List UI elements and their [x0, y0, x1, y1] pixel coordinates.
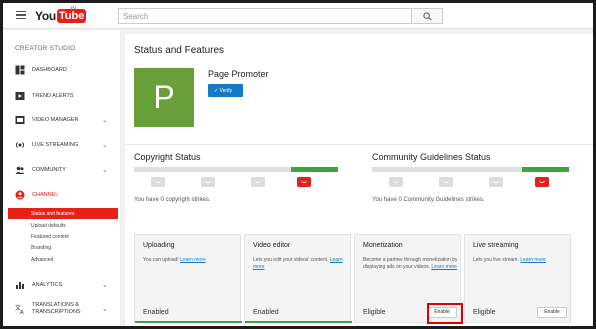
translations-line-2: TRANSCRIPTIONS — [32, 308, 81, 315]
enable-live-streaming-button[interactable]: Enable — [537, 307, 567, 318]
chevron-down-icon: ⌄ — [102, 167, 108, 174]
strike-icon — [389, 177, 403, 187]
card-title: Video editor — [253, 242, 291, 249]
community-status-text: You have 0 Community Guidelines strikes. — [372, 197, 485, 203]
card-description: Lets you edit your videos' content. Lear… — [253, 257, 348, 271]
live-icon — [15, 142, 25, 148]
sidebar-subitem-status-features[interactable]: Status and features — [8, 208, 118, 219]
search-input[interactable]: Search — [118, 8, 412, 24]
sidebar-item-label: TRANSLATIONS & TRANSCRIPTIONS — [32, 302, 81, 315]
sidebar-subitem-upload-defaults[interactable]: Upload defaults — [8, 220, 118, 231]
chevron-down-icon: ⌄ — [102, 282, 108, 289]
strike-icon — [151, 177, 165, 187]
learn-more-link[interactable]: Learn more — [431, 264, 457, 270]
sidebar-subitem-featured-content[interactable]: Featured content — [8, 231, 118, 242]
strike-icon — [439, 177, 453, 187]
card-desc-text: Lets you edit your videos' content. — [253, 257, 329, 263]
chevron-down-icon: ⌄ — [102, 117, 108, 124]
card-title: Monetization — [363, 242, 403, 249]
card-status: Eligible — [473, 309, 496, 316]
sidebar-subitem-branding[interactable]: Branding — [8, 242, 118, 253]
card-title: Uploading — [143, 242, 175, 249]
analytics-icon — [16, 282, 24, 289]
strike-icon — [489, 177, 503, 187]
sidebar-item-dashboard[interactable]: DASHBOARD — [3, 63, 120, 77]
status-bar — [135, 321, 242, 323]
community-strike-track — [372, 167, 569, 172]
search-button[interactable] — [411, 8, 443, 24]
logo-you-text: You — [35, 9, 56, 23]
card-description: Lets you live stream. Learn more — [473, 257, 568, 264]
channel-icon — [15, 190, 25, 200]
card-title: Live streaming — [473, 242, 519, 249]
strike-icon — [251, 177, 265, 187]
logo-region-label: IN — [71, 6, 76, 12]
learn-more-link[interactable]: Learn more — [520, 257, 546, 263]
status-bar — [245, 321, 352, 323]
main-content: Status and Features P Page Promoter ✓ Ve… — [125, 34, 593, 326]
page-title: Status and Features — [134, 45, 225, 56]
card-status: Enabled — [143, 309, 169, 316]
copyright-strike-indicator — [291, 167, 338, 172]
sidebar-item-video-manager[interactable]: VIDEO MANAGER ⌄ — [3, 113, 120, 127]
sidebar-item-label: VIDEO MANAGER — [32, 117, 79, 123]
strike-icon-current — [535, 177, 549, 187]
creator-studio-title: CREATOR STUDIO — [15, 45, 76, 52]
sidebar-item-label: TREND ALERTS — [32, 93, 74, 99]
card-desc-text: You can upload! — [143, 257, 179, 263]
sidebar-subitem-advanced[interactable]: Advanced — [8, 254, 118, 265]
card-status: Eligible — [363, 309, 386, 316]
copyright-status-title: Copyright Status — [134, 152, 201, 162]
channel-name: Page Promoter — [208, 69, 269, 79]
sidebar: CREATOR STUDIO DASHBOARD TREND ALERTS VI… — [3, 30, 120, 326]
feature-card-video-editor: Video editor Lets you edit your videos' … — [244, 234, 352, 323]
sidebar-item-channel[interactable]: CHANNEL — [3, 188, 120, 202]
divider — [125, 144, 593, 145]
sidebar-item-label: CHANNEL — [32, 192, 59, 198]
svg-text:A: A — [20, 310, 24, 314]
youtube-logo[interactable]: You Tube — [35, 8, 87, 24]
hamburger-menu-icon[interactable] — [16, 11, 26, 19]
translate-icon: 文 A — [15, 304, 24, 314]
verify-button[interactable]: ✓ Verify — [208, 84, 243, 97]
card-description: Become a partner through monetization by… — [363, 257, 458, 271]
sidebar-item-analytics[interactable]: ANALYTICS ⌄ — [3, 278, 120, 292]
learn-more-link[interactable]: Learn more — [180, 257, 206, 263]
sidebar-item-live-streaming[interactable]: LIVE STREAMING ⌄ — [3, 138, 120, 152]
chevron-down-icon: ⌄ — [102, 306, 108, 313]
copyright-status-text: You have 0 copyright strikes. — [134, 197, 211, 203]
feature-card-uploading: Uploading You can upload! Learn more Ena… — [134, 234, 242, 323]
sidebar-item-trend-alerts[interactable]: TREND ALERTS — [3, 89, 120, 103]
trend-icon — [15, 92, 25, 100]
sidebar-item-label: ANALYTICS — [32, 282, 63, 288]
sidebar-item-community[interactable]: COMMUNITY ⌄ — [3, 163, 120, 177]
screenshot-frame: You Tube IN Search CREATOR STUDIO DASHBO… — [0, 0, 596, 329]
community-icon — [15, 166, 25, 174]
feature-card-live-streaming: Live streaming Lets you live stream. Lea… — [464, 234, 571, 323]
video-manager-icon — [15, 116, 25, 124]
feature-card-monetization: Monetization Become a partner through mo… — [354, 234, 461, 323]
dashboard-icon — [15, 65, 25, 75]
chevron-down-icon: ⌄ — [102, 142, 108, 149]
enable-monetization-button[interactable]: Enable — [427, 307, 457, 318]
sidebar-item-translations[interactable]: 文 A TRANSLATIONS & TRANSCRIPTIONS ⌄ — [3, 302, 120, 316]
strike-icon-current — [297, 177, 311, 187]
channel-avatar: P — [134, 68, 194, 127]
copyright-strike-track — [134, 167, 338, 172]
sidebar-item-label: COMMUNITY — [32, 167, 66, 173]
strike-icon — [201, 177, 215, 187]
card-status: Enabled — [253, 309, 279, 316]
card-description: You can upload! Learn more — [143, 257, 238, 264]
verify-label: Verify — [219, 87, 233, 94]
search-icon — [423, 12, 432, 21]
sidebar-item-label: DASHBOARD — [32, 67, 67, 73]
community-strike-indicator — [522, 167, 569, 172]
translations-line-1: TRANSLATIONS & — [32, 302, 79, 308]
sidebar-item-label: LIVE STREAMING — [32, 142, 79, 148]
community-status-title: Community Guidelines Status — [372, 152, 491, 162]
top-bar: You Tube IN Search — [3, 3, 593, 29]
card-desc-text: Lets you live stream. — [473, 257, 519, 263]
